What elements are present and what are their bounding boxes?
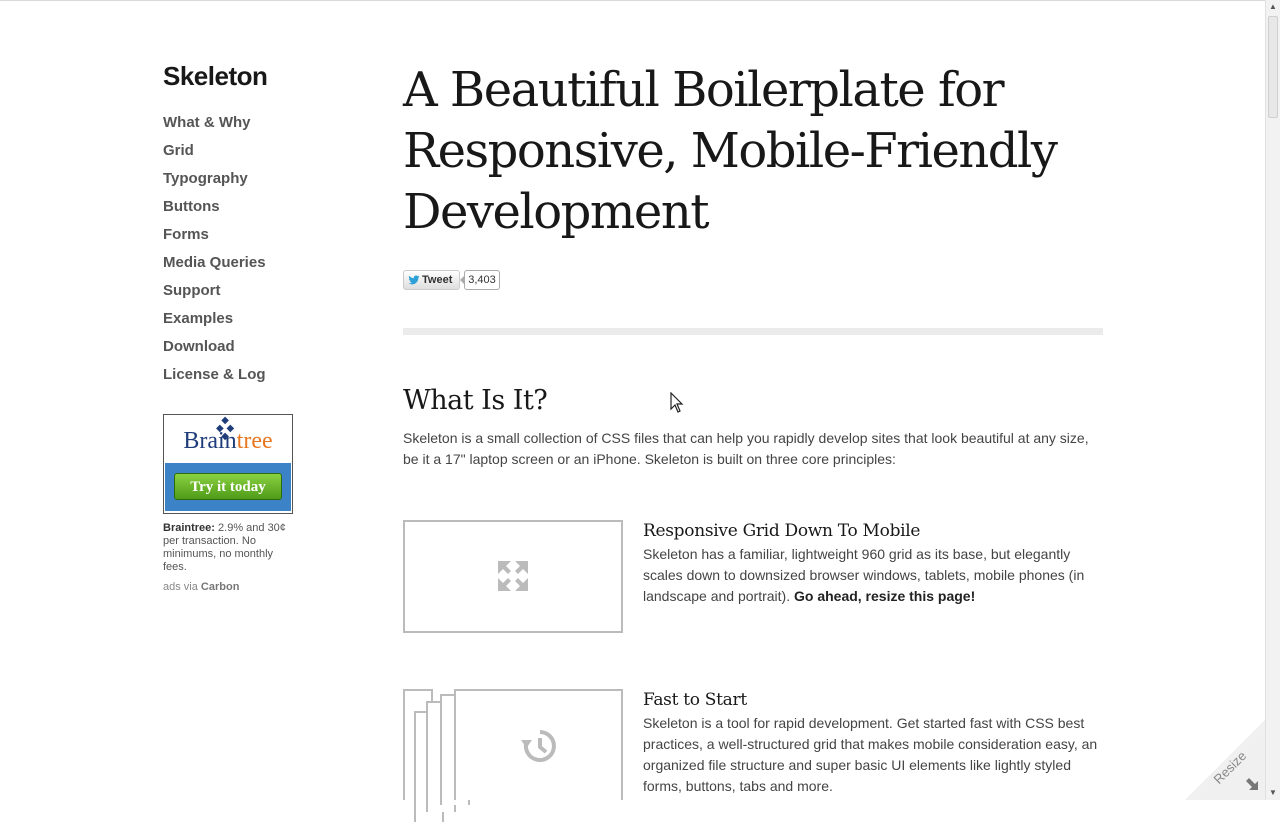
section-divider — [403, 328, 1103, 335]
nav-link-examples[interactable]: Examples — [163, 310, 233, 327]
ad-logo-area: ◆ ◆ ◆ ◆ Braintree — [164, 415, 292, 462]
nav-item-typography: Typography — [163, 170, 266, 198]
nav-item-buttons: Buttons — [163, 198, 266, 226]
mouse-cursor-icon — [670, 392, 684, 413]
ad-description: Braintree: 2.9% and 30¢ per transaction.… — [163, 522, 288, 574]
tweet-button[interactable]: Tweet — [403, 270, 460, 290]
nav-link-buttons[interactable]: Buttons — [163, 198, 220, 215]
ad-via-prefix: ads via — [163, 581, 201, 593]
nav-item-media-queries: Media Queries — [163, 254, 266, 282]
section-title: What Is It? — [403, 385, 548, 416]
feature-text-fast: Skeleton is a tool for rapid development… — [643, 715, 1098, 794]
feature-image-fast — [454, 689, 623, 800]
nav-item-what-why: What & Why — [163, 114, 266, 142]
ad-via: ads via Carbon — [163, 581, 239, 593]
ad-brand-part-a: Brain — [183, 428, 237, 454]
history-icon — [521, 730, 556, 762]
nav-link-forms[interactable]: Forms — [163, 226, 209, 243]
nav-link-grid[interactable]: Grid — [163, 142, 194, 159]
nav-link-support[interactable]: Support — [163, 282, 221, 299]
resize-arrow-icon — [1246, 778, 1258, 790]
ad-try-button[interactable]: Try it today — [174, 473, 282, 500]
top-border — [0, 0, 1265, 1]
feature-text-responsive-bold: Go ahead, resize this page! — [793, 588, 976, 604]
scroll-thumb[interactable] — [1268, 16, 1278, 118]
nav-link-typography[interactable]: Typography — [163, 170, 248, 187]
nav-item-forms: Forms — [163, 226, 266, 254]
nav-link-download[interactable]: Download — [163, 338, 235, 355]
twitter-bird-icon — [408, 275, 420, 285]
intro-paragraph: Skeleton is a small collection of CSS fi… — [403, 430, 1089, 467]
ad-text-bold: Braintree: — [163, 522, 215, 534]
ad-cta-area: Try it today — [165, 463, 291, 511]
expand-icon — [498, 561, 528, 591]
page-title: A Beautiful Boilerplate for Responsive, … — [403, 62, 1058, 240]
site-logo[interactable]: Skeleton — [163, 61, 268, 92]
vertical-scrollbar[interactable]: ▲ ▼ — [1265, 0, 1280, 800]
nav-link-license-log[interactable]: License & Log — [163, 366, 266, 383]
nav-link-media-queries[interactable]: Media Queries — [163, 254, 266, 271]
nav-item-support: Support — [163, 282, 266, 310]
sidebar-nav: What & Why Grid Typography Buttons Forms… — [163, 114, 266, 394]
scroll-down-arrow-icon[interactable]: ▼ — [1266, 786, 1280, 800]
tweet-count[interactable]: 3,403 — [460, 270, 500, 290]
feature-title-responsive: Responsive Grid Down To Mobile — [643, 521, 921, 541]
ad-brand-part-b: tree — [236, 428, 273, 454]
nav-item-license-log: License & Log — [163, 366, 266, 394]
ad-brand-name: Braintree — [164, 428, 292, 455]
nav-item-grid: Grid — [163, 142, 266, 170]
braintree-ad-banner[interactable]: ◆ ◆ ◆ ◆ Braintree Try it today — [163, 414, 293, 514]
scroll-up-arrow-icon[interactable]: ▲ — [1266, 0, 1280, 14]
nav-item-examples: Examples — [163, 310, 266, 338]
nav-item-download: Download — [163, 338, 266, 366]
tweet-label: Tweet — [422, 274, 453, 286]
feature-image-responsive — [403, 520, 623, 633]
feature-text-responsive: Skeleton has a familiar, lightweight 960… — [643, 544, 1108, 607]
resize-toggle[interactable]: Resize — [1180, 720, 1265, 800]
feature-title-fast: Fast to Start — [643, 690, 747, 710]
nav-link-what-why[interactable]: What & Why — [163, 114, 251, 131]
ad-via-link[interactable]: Carbon — [201, 581, 240, 593]
